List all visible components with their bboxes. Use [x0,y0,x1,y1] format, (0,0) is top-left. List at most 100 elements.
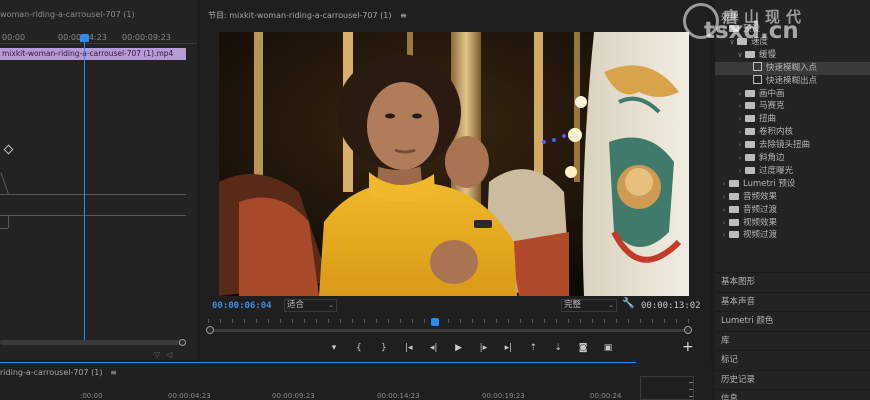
zoom-handle-right[interactable] [684,326,692,334]
camera-icon[interactable]: ◙ [575,341,591,355]
chevron-right-icon[interactable]: › [735,113,745,126]
filter-icon[interactable]: ▽◁ [154,350,178,359]
video-frame[interactable] [219,32,689,296]
timeline-tab[interactable]: riding-a-carrousel-707 (1) ≡ [0,368,117,377]
ruler-tick [532,319,533,323]
panel-section-tab[interactable]: Lumetri 颜色 [715,311,870,330]
effects-folder[interactable]: › 过度曝光 [715,165,870,178]
chevron-right-icon[interactable]: › [719,178,729,191]
playback-resolution-select[interactable]: 完整 ⌄ [561,299,617,312]
meter-tick [689,396,693,397]
effects-folder[interactable]: ∨ 缓慢 [715,49,870,62]
panel-section-tab[interactable]: 标记 [715,350,870,369]
button-editor-add-button[interactable]: + [682,340,694,354]
chevron-down-icon[interactable]: ∨ [735,49,745,62]
mark-out-icon[interactable]: } [376,341,392,355]
panel-menu-icon[interactable]: ≡ [400,11,407,20]
step-forward-icon[interactable]: |▸ [475,341,491,355]
panel-section-tab[interactable]: 历史记录 [715,369,870,389]
panel-section-tab[interactable]: 基本图形 [715,272,870,291]
tree-item-label: 扭曲 [759,114,777,125]
zoom-fit-select[interactable]: 适合 ⌄ [284,299,337,312]
mark-in-icon[interactable]: { [351,341,367,355]
chevron-right-icon[interactable]: › [735,126,745,139]
wrench-icon[interactable]: 🔧 [622,298,634,310]
effects-folder[interactable]: › 音频效果 [715,191,870,204]
effects-folder[interactable]: › 视频过渡 [715,229,870,242]
go-to-out-icon[interactable]: ▸| [500,341,516,355]
chevron-right-icon[interactable]: › [719,229,729,242]
audio-meter [640,376,694,400]
program-monitor-title[interactable]: 节目: mixkit-woman-riding-a-carrousel-707 … [208,10,407,21]
chevron-right-icon[interactable]: › [719,217,729,230]
chevron-right-icon[interactable]: › [719,204,729,217]
step-back-icon[interactable]: ◂| [426,341,442,355]
chevron-right-icon[interactable]: › [735,139,745,152]
panel-section-tab[interactable]: 库 [715,330,870,350]
zoom-handle-left[interactable] [206,326,214,334]
folder-icon [745,141,755,149]
source-time-ruler[interactable]: 00:00 00:00:04:23 00:00:09:23 [0,30,197,44]
chevron-right-icon[interactable]: › [735,152,745,165]
extract-icon[interactable]: ⇣ [550,341,566,355]
ruler-tick [352,319,353,323]
marker-icon[interactable]: ▾ [326,341,342,355]
ruler-tick [472,319,473,323]
carousel-video-image [219,32,689,296]
panel-section-tab[interactable]: 信息 [715,389,870,400]
panel-menu-icon[interactable]: ≡ [110,368,117,377]
lift-icon[interactable]: ⇡ [525,341,541,355]
folder-icon [729,218,739,226]
current-timecode[interactable]: 00:00:06:04 [212,301,272,311]
tree-item-label: 斜角边 [759,153,785,163]
ruler-tick [628,319,629,323]
program-time-ruler[interactable] [208,319,692,325]
source-panel-tab[interactable]: woman-riding-a-carrousel-707 (1) [0,10,135,19]
ruler-tick [208,319,209,323]
tree-item-label: 卷积内核 [759,127,794,138]
chevron-right-icon[interactable]: › [735,165,745,178]
source-playhead-handle[interactable] [80,34,89,42]
effect-preset-item[interactable]: 快速模糊入点 [715,61,870,75]
effect-preset-item[interactable]: 快速模糊出点 [715,74,870,88]
source-scrollbar-handle[interactable] [179,339,186,346]
ruler-label: :00:00 [80,392,103,400]
ruler-tick [388,319,389,323]
program-zoom-scrollbar[interactable] [210,329,688,332]
folder-icon [745,50,755,58]
folder-icon [745,128,755,136]
ruler-tick [688,319,689,323]
program-playhead[interactable] [431,318,440,326]
effects-folder[interactable]: › 斜角边 [715,152,870,165]
preset-icon [753,61,762,71]
compare-icon[interactable]: ▣ [600,341,616,355]
chevron-right-icon[interactable]: › [735,88,745,101]
effect-clip-bar[interactable]: mixkit-woman-riding-a-carrousel-707 (1).… [0,48,186,60]
effects-folder[interactable]: › 画中画 [715,88,870,101]
folder-icon [745,89,755,97]
ruler-tick [580,319,581,323]
panel-section-tab[interactable]: 基本声音 [715,291,870,311]
keyframe-diamond-icon[interactable] [3,144,14,155]
source-playhead[interactable] [84,36,85,340]
effects-folder[interactable]: › Lumetri 预设 [715,178,870,191]
ruler-tick [220,319,221,323]
ruler-tick [268,319,269,323]
effects-folder[interactable]: › 马赛克 [715,100,870,113]
effects-folder[interactable]: › 卷积内核 [715,126,870,139]
chevron-right-icon[interactable]: › [719,191,729,204]
ruler-label: 00:00:09:23 [272,392,315,400]
tree-item-label: 快速模糊出点 [766,75,818,86]
folder-icon [729,192,739,200]
ruler-tick [592,319,593,323]
effects-folder[interactable]: › 扭曲 [715,113,870,126]
effects-folder[interactable]: › 视频效果 [715,217,870,230]
chevron-right-icon[interactable]: › [735,100,745,113]
source-scrollbar[interactable] [0,340,186,345]
ruler-label: 00:00:24 [590,392,622,400]
effects-folder[interactable]: › 去除镜头扭曲 [715,139,870,152]
ruler-tick [496,319,497,323]
play-icon[interactable]: ▶ [451,341,467,355]
go-to-in-icon[interactable]: |◂ [401,341,417,355]
effects-folder[interactable]: › 音频过渡 [715,204,870,217]
